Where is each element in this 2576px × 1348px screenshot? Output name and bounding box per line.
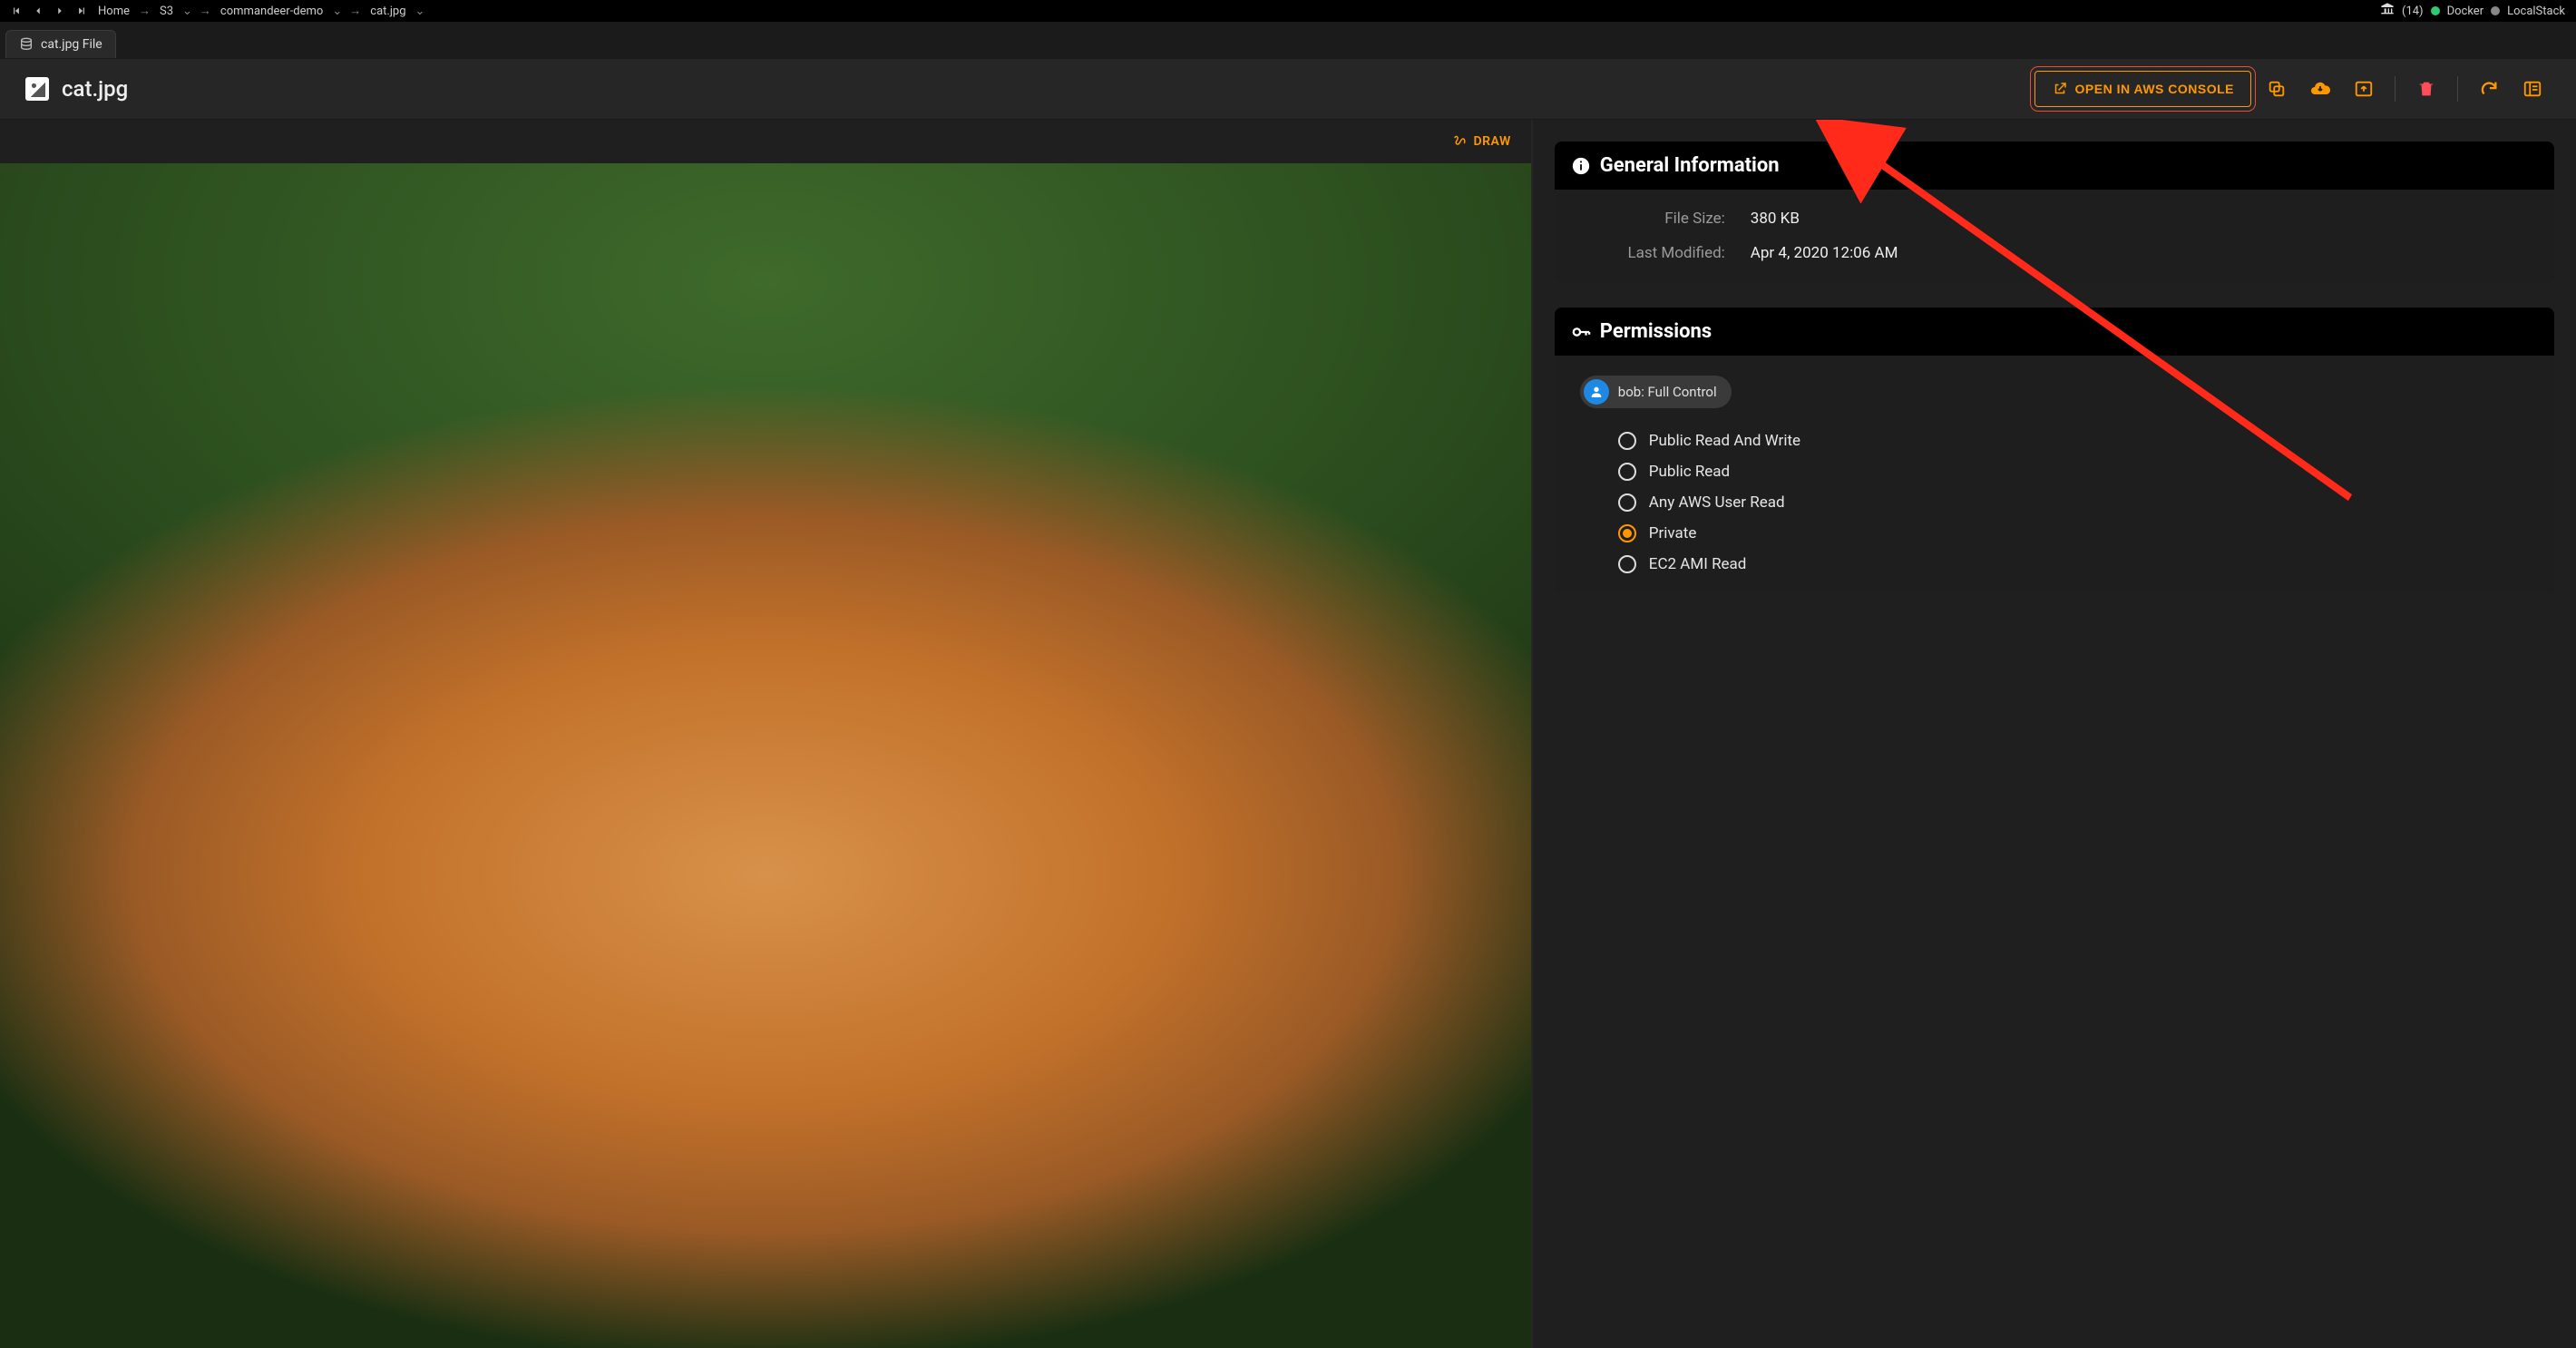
permission-radio-group: Public Read And Write Public Read Any AWS … bbox=[1580, 432, 2529, 573]
breadcrumb-file[interactable]: cat.jpg bbox=[365, 5, 411, 18]
status-localstack[interactable]: LocalStack bbox=[2507, 5, 2565, 18]
file-size-label: File Size: bbox=[1580, 210, 1725, 228]
permission-option-label: Private bbox=[1649, 524, 1697, 542]
image-preview bbox=[0, 163, 1531, 1348]
radio-icon[interactable] bbox=[1618, 555, 1636, 573]
last-modified-label: Last Modified: bbox=[1580, 244, 1725, 262]
tab-file[interactable]: cat.jpg File bbox=[5, 30, 116, 58]
radio-icon[interactable] bbox=[1618, 493, 1636, 512]
nav-back-icon[interactable] bbox=[29, 2, 47, 20]
annotation-arrow bbox=[1533, 120, 2576, 1348]
status-docker[interactable]: Docker bbox=[2447, 5, 2484, 18]
radio-icon[interactable] bbox=[1618, 463, 1636, 481]
status-dot-green bbox=[2431, 6, 2440, 15]
owner-chip[interactable]: bob: Full Control bbox=[1580, 376, 1732, 408]
details-pane: General Information File Size: 380 KB La… bbox=[1533, 120, 2576, 1348]
permissions-card: Permissions bob: Full Control Public Rea… bbox=[1555, 308, 2554, 593]
permissions-title: Permissions bbox=[1600, 320, 1712, 343]
permission-option[interactable]: EC2 AMI Read bbox=[1618, 555, 2529, 573]
open-external-icon bbox=[2052, 81, 2068, 97]
permission-option[interactable]: Private bbox=[1618, 524, 2529, 542]
bank-icon[interactable] bbox=[2380, 2, 2395, 20]
copy-button[interactable] bbox=[2259, 71, 2295, 107]
top-breadcrumb-bar: Home → S3 ⌄ → commandeer-demo ⌄ → cat.jp… bbox=[0, 0, 2576, 22]
chevron-down-icon[interactable]: ⌄ bbox=[412, 5, 429, 18]
nav-forward-icon[interactable] bbox=[51, 2, 69, 20]
page-header: cat.jpg OPEN IN AWS CONSOLE bbox=[0, 58, 2576, 120]
delete-button[interactable] bbox=[2408, 71, 2444, 107]
chevron-down-icon[interactable]: ⌄ bbox=[179, 5, 196, 18]
key-icon bbox=[1571, 322, 1591, 342]
arrow-right-icon: → bbox=[346, 4, 365, 18]
arrow-right-icon: → bbox=[135, 4, 154, 18]
status-dot-grey bbox=[2491, 6, 2500, 15]
image-preview-pane: DRAW bbox=[0, 120, 1533, 1348]
database-icon bbox=[19, 37, 34, 52]
draw-label: DRAW bbox=[1474, 134, 1511, 149]
permission-option-label: Public Read bbox=[1649, 463, 1730, 481]
breadcrumb-bucket[interactable]: commandeer-demo bbox=[215, 5, 328, 18]
tab-strip: cat.jpg File bbox=[0, 22, 2576, 58]
general-information-card: General Information File Size: 380 KB La… bbox=[1555, 142, 2554, 282]
open-in-aws-console-button[interactable]: OPEN IN AWS CONSOLE bbox=[2034, 71, 2251, 107]
open-aws-label: OPEN IN AWS CONSOLE bbox=[2075, 82, 2234, 96]
permission-option-label: Any AWS User Read bbox=[1649, 493, 1785, 512]
arrow-right-icon: → bbox=[196, 4, 215, 18]
permission-option[interactable]: Any AWS User Read bbox=[1618, 493, 2529, 512]
cat-image-placeholder bbox=[0, 163, 1531, 1348]
breadcrumb-s3[interactable]: S3 bbox=[154, 5, 179, 18]
download-button[interactable] bbox=[2302, 71, 2338, 107]
permission-option[interactable]: Public Read And Write bbox=[1618, 432, 2529, 450]
general-title: General Information bbox=[1600, 154, 1780, 177]
nav-last-icon[interactable] bbox=[73, 2, 91, 20]
body: DRAW General Information File Size: bbox=[0, 120, 2576, 1348]
person-icon bbox=[1584, 379, 1609, 405]
file-size-value: 380 KB bbox=[1751, 210, 2529, 228]
nav-first-icon[interactable] bbox=[7, 2, 25, 20]
radio-icon[interactable] bbox=[1618, 524, 1636, 542]
image-icon bbox=[25, 77, 49, 101]
last-modified-value: Apr 4, 2020 12:06 AM bbox=[1751, 244, 2529, 262]
chevron-down-icon[interactable]: ⌄ bbox=[328, 5, 346, 18]
tab-label: cat.jpg File bbox=[41, 37, 102, 52]
permission-option-label: EC2 AMI Read bbox=[1649, 555, 1747, 573]
permission-option-label: Public Read And Write bbox=[1649, 432, 1800, 450]
permission-option[interactable]: Public Read bbox=[1618, 463, 2529, 481]
page-title: cat.jpg bbox=[62, 76, 128, 102]
draw-button[interactable]: DRAW bbox=[1452, 133, 1511, 150]
radio-icon[interactable] bbox=[1618, 432, 1636, 450]
upload-button[interactable] bbox=[2346, 71, 2382, 107]
refresh-button[interactable] bbox=[2471, 71, 2507, 107]
panel-button[interactable] bbox=[2514, 71, 2551, 107]
info-icon bbox=[1571, 156, 1591, 176]
breadcrumb-home[interactable]: Home bbox=[93, 5, 135, 18]
gesture-icon bbox=[1452, 133, 1469, 150]
separator bbox=[2457, 76, 2458, 102]
bank-count: (14) bbox=[2402, 5, 2424, 18]
owner-chip-label: bob: Full Control bbox=[1618, 384, 1717, 400]
